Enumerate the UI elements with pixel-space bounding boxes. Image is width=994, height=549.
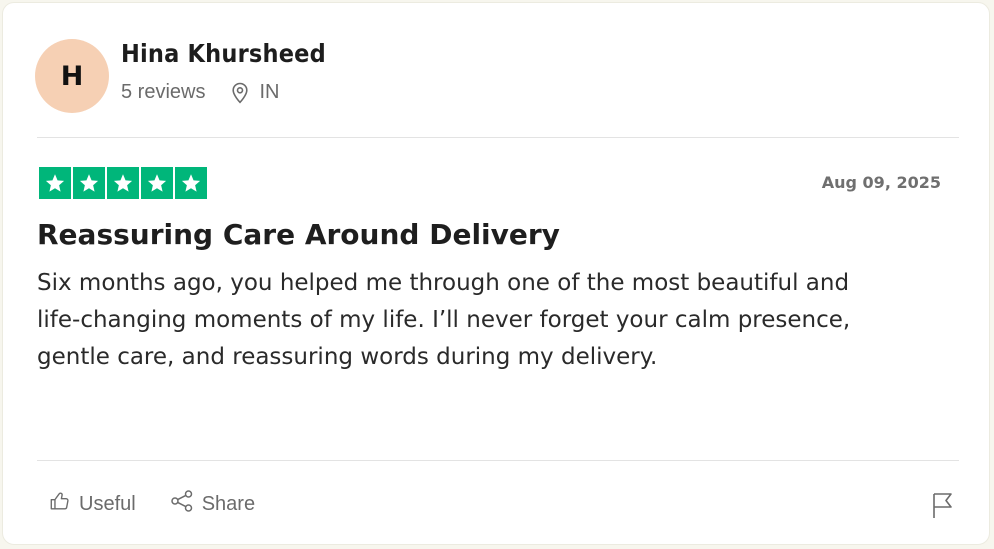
useful-button[interactable]: Useful xyxy=(49,490,136,518)
divider-bottom xyxy=(37,460,959,461)
reviewer-meta: 5 reviews IN xyxy=(121,81,279,104)
star-icon xyxy=(141,167,173,199)
star-icon xyxy=(107,167,139,199)
review-title: Reassuring Care Around Delivery xyxy=(37,218,560,251)
review-date: Aug 09, 2025 xyxy=(821,173,941,192)
review-card: H Hina Khursheed 5 reviews IN Aug 09, 20… xyxy=(2,2,990,545)
review-count: 5 reviews xyxy=(121,81,206,103)
share-button[interactable]: Share xyxy=(170,490,255,518)
report-button[interactable] xyxy=(931,491,955,523)
review-body-line: gentle care, and reassuring words during… xyxy=(37,344,658,370)
location-pin-icon xyxy=(231,82,249,104)
share-icon xyxy=(170,490,202,518)
avatar[interactable]: H xyxy=(35,39,109,113)
divider-top xyxy=(37,137,959,138)
star-icon xyxy=(175,167,207,199)
star-icon xyxy=(73,167,105,199)
thumbs-up-icon xyxy=(49,490,79,518)
star-rating xyxy=(39,167,207,199)
review-body-line: Six months ago, you helped me through on… xyxy=(37,270,850,296)
review-body-line: life-changing moments of my life. I’ll n… xyxy=(37,307,851,333)
star-icon xyxy=(39,167,71,199)
useful-label: Useful xyxy=(79,492,136,515)
share-label: Share xyxy=(201,492,256,515)
review-actions: Useful Share xyxy=(49,490,255,518)
reviewer-location: IN xyxy=(259,81,280,103)
reviewer-name[interactable]: Hina Khursheed xyxy=(121,39,326,68)
flag-icon xyxy=(931,493,955,523)
review-body: Six months ago, you helped me through on… xyxy=(37,265,957,376)
